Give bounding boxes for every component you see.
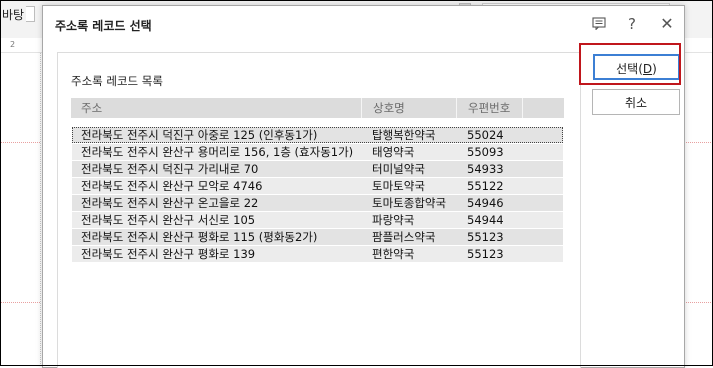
select-button-label: 선택 <box>616 62 639 76</box>
cell-name: 터미널약국 <box>372 162 425 176</box>
cell-zip: 54946 <box>467 196 504 210</box>
cell-address: 전라북도 전주시 완산구 평화로 115 (평화동2가) <box>81 230 318 244</box>
cell-address: 전라북도 전주시 완산구 서신로 105 <box>81 213 256 227</box>
column-divider[interactable] <box>522 98 523 118</box>
column-header-name[interactable]: 상호명 <box>373 98 405 118</box>
cell-address: 전라북도 전주시 완산구 온고을로 22 <box>81 196 259 210</box>
cancel-button-label: 취소 <box>624 96 648 110</box>
page-guide-line <box>0 142 40 143</box>
cell-name: 편한약국 <box>372 247 415 261</box>
list-caption: 주소록 레코드 목록 <box>71 74 163 88</box>
table-row[interactable]: 전라북도 전주시 덕진구 가리내로 70 터미널약국 54933 <box>72 161 563 177</box>
page-guide-line <box>0 302 40 303</box>
table-row[interactable]: 전라북도 전주시 완산구 평화로 139 편한약국 55123 <box>72 246 563 262</box>
table-row[interactable]: 전라북도 전주시 완산구 평화로 115 (평화동2가) 팜플러스약국 5512… <box>72 229 563 245</box>
select-hotkey: D <box>642 62 653 76</box>
cell-address: 전라북도 전주시 덕진구 가리내로 70 <box>81 162 259 176</box>
select-hotkey-close: ) <box>652 62 657 76</box>
column-header-zip[interactable]: 우편번호 <box>468 98 510 118</box>
cell-address: 전라북도 전주시 완산구 용머리로 156, 1층 (효자동1가) <box>81 145 354 159</box>
cell-zip: 55123 <box>467 230 504 244</box>
dialog-title: 주소록 레코드 선택 <box>55 19 152 33</box>
cell-address: 전라북도 전주시 덕진구 아중로 125 (인후동1가) <box>81 128 318 142</box>
page-guide-line <box>684 302 713 303</box>
column-divider[interactable] <box>456 98 457 118</box>
cell-zip: 55024 <box>467 128 504 142</box>
record-list[interactable]: 주소 상호명 우편번호 전라북도 전주시 덕진구 아중로 125 (인후동1가)… <box>71 98 564 263</box>
cell-zip: 55093 <box>467 145 504 159</box>
table-row[interactable]: 전라북도 전주시 완산구 모악로 4746 토마토약국 55122 <box>72 178 563 194</box>
cell-name: 탑행복한약국 <box>372 128 436 142</box>
column-header-address[interactable]: 주소 <box>81 98 102 118</box>
ruler-number: 2 <box>10 40 16 49</box>
background-style-label: 바탕 <box>2 8 25 22</box>
cancel-button[interactable]: 취소 <box>592 89 680 115</box>
help-icon[interactable]: ? <box>621 14 643 34</box>
cell-address: 전라북도 전주시 완산구 평화로 139 <box>81 247 256 261</box>
cell-zip: 54944 <box>467 213 504 227</box>
cell-zip: 55122 <box>467 179 504 193</box>
select-button[interactable]: 선택(D) <box>593 54 680 80</box>
cell-name: 태영약국 <box>372 145 415 159</box>
page-guide-line <box>684 142 713 143</box>
feedback-icon[interactable] <box>588 14 610 34</box>
table-row[interactable]: 전라북도 전주시 덕진구 아중로 125 (인후동1가) 탑행복한약국 5502… <box>72 127 563 143</box>
cell-name: 토마토약국 <box>372 179 425 193</box>
close-icon[interactable]: ✕ <box>656 14 678 34</box>
background-style-box[interactable] <box>26 6 35 22</box>
column-divider[interactable] <box>361 98 362 118</box>
cell-zip: 55123 <box>467 247 504 261</box>
table-row[interactable]: 전라북도 전주시 완산구 서신로 105 파랑약국 54944 <box>72 212 563 228</box>
cell-address: 전라북도 전주시 완산구 모악로 4746 <box>81 179 263 193</box>
dialog-title-bar[interactable]: 주소록 레코드 선택 ? ✕ <box>43 6 684 42</box>
address-record-select-dialog: 주소록 레코드 선택 ? ✕ 주소록 레코드 목록 주소 상호명 우편번호 전라… <box>42 5 685 368</box>
cell-name: 토마토종합약국 <box>372 196 447 210</box>
list-header: 주소 상호명 우편번호 <box>71 98 564 118</box>
table-row[interactable]: 전라북도 전주시 완산구 용머리로 156, 1층 (효자동1가) 태영약국 5… <box>72 144 563 160</box>
page-margin-guide <box>40 53 41 366</box>
cell-zip: 54933 <box>467 162 504 176</box>
table-row[interactable]: 전라북도 전주시 완산구 온고을로 22 토마토종합약국 54946 <box>72 195 563 211</box>
cell-name: 팜플러스약국 <box>372 230 436 244</box>
cell-name: 파랑약국 <box>372 213 415 227</box>
